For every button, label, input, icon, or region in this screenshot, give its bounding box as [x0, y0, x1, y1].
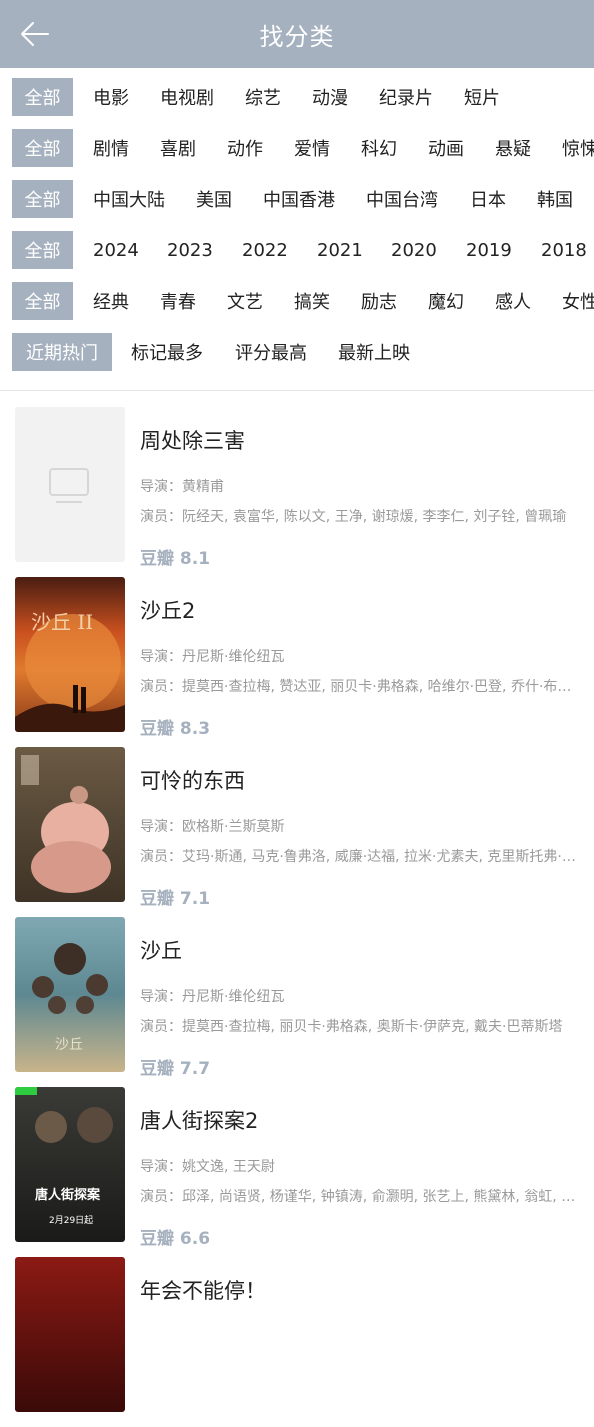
filter-chip[interactable]: 电影: [93, 78, 129, 116]
filter-row-tag: 全部 经典 青春 文艺 搞笑 励志 魔幻 感人 女性: [0, 282, 594, 320]
filter-chip[interactable]: 惊悚: [562, 129, 594, 167]
movie-score: 豆瓣 8.3: [140, 719, 211, 739]
top-bar: 找分类: [0, 0, 594, 68]
filter-chip[interactable]: 美国: [196, 180, 232, 218]
filter-chip[interactable]: 中国大陆: [93, 180, 165, 218]
filter-chip[interactable]: 动漫: [312, 78, 348, 116]
filter-chip[interactable]: 励志: [361, 282, 397, 320]
filter-chip[interactable]: 剧情: [93, 129, 129, 167]
filter-chip[interactable]: 短片: [464, 78, 500, 116]
movie-title: 沙丘2: [140, 599, 196, 623]
filter-chip[interactable]: 2018: [541, 231, 587, 269]
filter-chip[interactable]: 标记最多: [131, 333, 203, 371]
list-item[interactable]: 唐人街探案 2月29日起 唐人街探案2 导演：姚文逸, 王天尉 演员：邱泽, 尚…: [0, 1087, 594, 1257]
filter-chip[interactable]: 文艺: [227, 282, 263, 320]
filter-chip[interactable]: 全部: [12, 129, 73, 167]
movie-cast: 演员：邱泽, 尚语贤, 杨谨华, 钟镇涛, 俞灏明, 张艺上, 熊黛林, 翁虹,…: [140, 1189, 580, 1205]
filter-chip[interactable]: 动作: [227, 129, 263, 167]
filter-chip[interactable]: 爱情: [294, 129, 330, 167]
tv-placeholder-icon: [49, 468, 89, 503]
filter-chip[interactable]: 2022: [242, 231, 288, 269]
filter-chip[interactable]: 喜剧: [160, 129, 196, 167]
movie-title: 唐人街探案2: [140, 1109, 259, 1133]
filter-chip[interactable]: 全部: [12, 78, 73, 116]
filter-chip[interactable]: 日本: [470, 180, 506, 218]
movie-director: 导演：黄精甫: [140, 479, 224, 495]
filter-chip[interactable]: 科幻: [361, 129, 397, 167]
filter-panel: 全部 电影 电视剧 综艺 动漫 纪录片 短片 全部 剧情 喜剧 动作 爱情 科幻…: [0, 68, 594, 391]
filter-chip[interactable]: 全部: [12, 180, 73, 218]
filter-chip[interactable]: 近期热门: [12, 333, 112, 371]
filter-chip[interactable]: 搞笑: [294, 282, 330, 320]
filter-chip[interactable]: 动画: [428, 129, 464, 167]
poster-title-text: 唐人街探案: [35, 1187, 101, 1203]
movie-cast: 演员：艾玛·斯通, 马克·鲁弗洛, 威廉·达福, 拉米·尤素夫, 克里斯托弗·阿…: [140, 849, 580, 865]
filter-chip[interactable]: 全部: [12, 282, 73, 320]
filter-chip[interactable]: 全部: [12, 231, 73, 269]
filter-row-year: 全部 2024 2023 2022 2021 2020 2019 2018: [0, 231, 594, 269]
filter-chip[interactable]: 感人: [495, 282, 531, 320]
filter-row-region: 全部 中国大陆 美国 中国香港 中国台湾 日本 韩国: [0, 180, 594, 218]
filter-chip[interactable]: 青春: [160, 282, 196, 320]
movie-score: 豆瓣 7.7: [140, 1059, 211, 1079]
filter-chip[interactable]: 2019: [466, 231, 512, 269]
filter-chip[interactable]: 悬疑: [495, 129, 531, 167]
filter-chip[interactable]: 2020: [391, 231, 437, 269]
arrow-left-icon[interactable]: [18, 18, 52, 50]
filter-chip[interactable]: 电视剧: [160, 78, 214, 116]
poster-image: [15, 747, 125, 902]
movie-title: 沙丘: [140, 939, 182, 963]
filter-row-sort: 近期热门 标记最多 评分最高 最新上映: [0, 333, 594, 371]
filter-chip[interactable]: 中国香港: [263, 180, 335, 218]
movie-director: 导演：姚文逸, 王天尉: [140, 1159, 275, 1175]
poster-image: 沙丘 II: [15, 577, 125, 732]
poster-image: 唐人街探案 2月29日起: [15, 1087, 125, 1242]
filter-chip[interactable]: 韩国: [537, 180, 573, 218]
list-item[interactable]: 年会不能停！: [0, 1257, 594, 1427]
movie-title: 可怜的东西: [140, 769, 245, 793]
filter-chip[interactable]: 评分最高: [235, 333, 307, 371]
movie-cast: 演员：提莫西·查拉梅, 赞达亚, 丽贝卡·弗格森, 哈维尔·巴登, 乔什·布洛林: [140, 679, 580, 695]
movie-title: 周处除三害: [140, 429, 245, 453]
list-item[interactable]: 周处除三害 导演：黄精甫 演员：阮经天, 袁富华, 陈以文, 王净, 谢琼煖, …: [0, 407, 594, 577]
filter-chip[interactable]: 经典: [93, 282, 129, 320]
poster-title-text: 沙丘 II: [31, 610, 93, 634]
filter-chip[interactable]: 综艺: [245, 78, 281, 116]
movie-director: 导演：丹尼斯·维伦纽瓦: [140, 989, 285, 1005]
filter-chip[interactable]: 女性: [562, 282, 594, 320]
poster-image: 沙丘: [15, 917, 125, 1072]
poster-image: [15, 1257, 125, 1412]
poster-title-text: 沙丘: [55, 1037, 83, 1053]
filter-chip[interactable]: 2021: [317, 231, 363, 269]
filter-chip[interactable]: 中国台湾: [366, 180, 438, 218]
list-item[interactable]: 沙丘 II 沙丘2 导演：丹尼斯·维伦纽瓦 演员：提莫西·查拉梅, 赞达亚, 丽…: [0, 577, 594, 747]
filter-chip[interactable]: 纪录片: [379, 78, 433, 116]
poster-date-text: 2月29日起: [49, 1215, 93, 1226]
movie-director: 导演：欧格斯·兰斯莫斯: [140, 819, 285, 835]
filter-chip[interactable]: 2023: [167, 231, 213, 269]
filter-chip[interactable]: 最新上映: [338, 333, 410, 371]
movie-cast: 演员：提莫西·查拉梅, 丽贝卡·弗格森, 奥斯卡·伊萨克, 戴夫·巴蒂斯塔: [140, 1019, 563, 1035]
poster-placeholder: [15, 407, 125, 562]
movie-director: 导演：丹尼斯·维伦纽瓦: [140, 649, 285, 665]
filter-row-type: 全部 电影 电视剧 综艺 动漫 纪录片 短片: [0, 78, 594, 116]
filter-row-genre: 全部 剧情 喜剧 动作 爱情 科幻 动画 悬疑 惊悚: [0, 129, 594, 167]
list-item[interactable]: 可怜的东西 导演：欧格斯·兰斯莫斯 演员：艾玛·斯通, 马克·鲁弗洛, 威廉·达…: [0, 747, 594, 917]
movie-score: 豆瓣 6.6: [140, 1229, 211, 1249]
movie-score: 豆瓣 7.1: [140, 889, 211, 909]
filter-chip[interactable]: 2024: [93, 231, 139, 269]
page-title: 找分类: [259, 22, 335, 51]
list-item[interactable]: 沙丘 沙丘 导演：丹尼斯·维伦纽瓦 演员：提莫西·查拉梅, 丽贝卡·弗格森, 奥…: [0, 917, 594, 1087]
movie-cast: 演员：阮经天, 袁富华, 陈以文, 王净, 谢琼煖, 李李仁, 刘子铨, 曾珮瑜: [140, 509, 567, 525]
filter-chip[interactable]: 魔幻: [428, 282, 464, 320]
movie-score: 豆瓣 8.1: [140, 549, 211, 569]
